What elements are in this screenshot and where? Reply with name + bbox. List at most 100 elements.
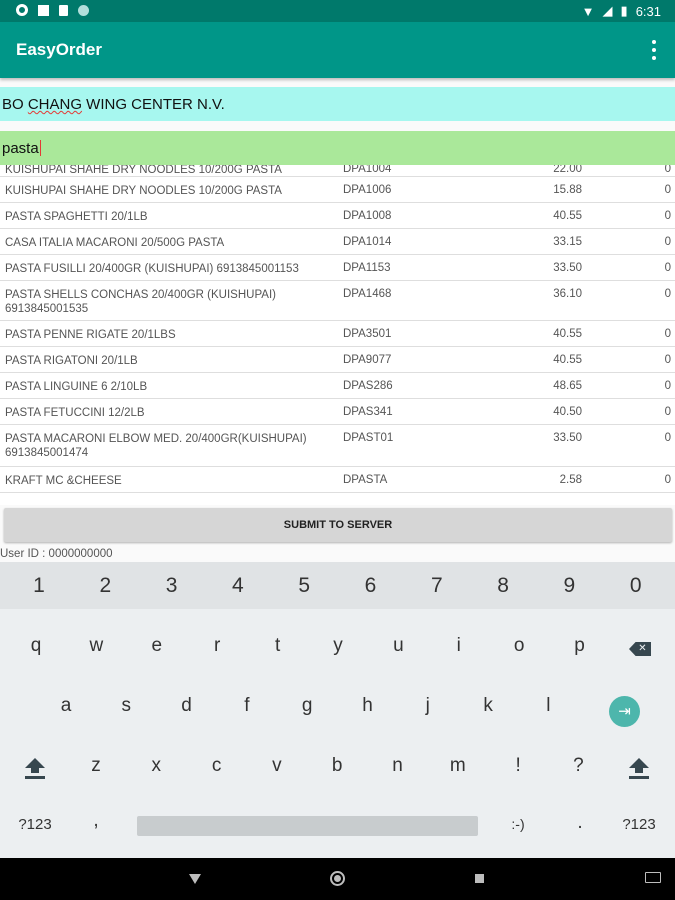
- letter-key-c[interactable]: c: [202, 755, 232, 777]
- product-row[interactable]: PASTA SPAGHETTI 20/1LB DPA1008 40.55 0: [0, 203, 675, 229]
- product-price: 2.58: [559, 474, 582, 486]
- recents-icon[interactable]: [475, 874, 484, 883]
- letter-key-b[interactable]: b: [322, 755, 352, 777]
- letter-key-i[interactable]: i: [444, 635, 474, 657]
- period-key[interactable]: .: [570, 812, 590, 834]
- battery-icon: ▮: [620, 3, 628, 18]
- letter-key-v[interactable]: v: [262, 755, 292, 777]
- letter-key-f[interactable]: f: [232, 695, 262, 717]
- customer-prefix: BO: [2, 96, 28, 113]
- product-name: PASTA SHELLS CONCHAS 20/400GR (KUISHUPAI…: [5, 289, 276, 315]
- letter-key-exclaim[interactable]: !: [503, 755, 533, 777]
- product-code: DPA1014: [343, 236, 392, 248]
- product-name: PASTA MACARONI ELBOW MED. 20/400GR(KUISH…: [5, 433, 307, 459]
- app-title: EasyOrder: [16, 40, 102, 59]
- settings-icon: [16, 4, 28, 16]
- customer-suffix: WING CENTER N.V.: [82, 96, 225, 113]
- letter-key-q[interactable]: q: [21, 635, 51, 657]
- number-key-3[interactable]: 3: [157, 574, 187, 598]
- product-price: 40.55: [553, 210, 582, 222]
- customer-name-field[interactable]: BO CHANG WING CENTER N.V.: [0, 87, 675, 121]
- letter-key-e[interactable]: e: [142, 635, 172, 657]
- product-quantity[interactable]: 0: [665, 354, 671, 366]
- letter-key-z[interactable]: z: [81, 755, 111, 777]
- product-quantity[interactable]: 0: [665, 184, 671, 196]
- product-row[interactable]: KUISHUPAI SHAHE DRY NOODLES 10/200G PAST…: [0, 165, 675, 177]
- letter-key-a[interactable]: a: [51, 695, 81, 717]
- symbols-key-right[interactable]: ?123: [616, 816, 662, 833]
- number-key-9[interactable]: 9: [554, 574, 584, 598]
- product-price: 33.15: [553, 236, 582, 248]
- image-icon: [38, 4, 49, 16]
- product-quantity[interactable]: 0: [665, 236, 671, 248]
- letter-key-j[interactable]: j: [413, 695, 443, 717]
- navigation-bar: [0, 858, 675, 900]
- backspace-icon[interactable]: ✕: [629, 642, 651, 656]
- product-row[interactable]: PASTA LINGUINE 6 2/10LB DPAS286 48.65 0: [0, 373, 675, 399]
- product-quantity[interactable]: 0: [665, 288, 671, 300]
- letter-key-w[interactable]: w: [81, 635, 111, 657]
- shift-left-icon[interactable]: [25, 758, 45, 782]
- product-row[interactable]: PASTA MACARONI ELBOW MED. 20/400GR(KUISH…: [0, 425, 675, 467]
- product-price: 33.50: [553, 432, 582, 444]
- letter-key-o[interactable]: o: [504, 635, 534, 657]
- number-key-5[interactable]: 5: [289, 574, 319, 598]
- number-key-1[interactable]: 1: [24, 574, 54, 598]
- product-quantity[interactable]: 0: [665, 380, 671, 392]
- more-vert-icon[interactable]: [651, 40, 657, 60]
- product-row[interactable]: PASTA FUSILLI 20/400GR (KUISHUPAI) 69138…: [0, 255, 675, 281]
- product-row[interactable]: PASTA FETUCCINI 12/2LB DPAS341 40.50 0: [0, 399, 675, 425]
- letter-key-x[interactable]: x: [141, 755, 171, 777]
- letter-key-k[interactable]: k: [473, 695, 503, 717]
- product-quantity[interactable]: 0: [665, 406, 671, 418]
- product-row[interactable]: KUISHUPAI SHAHE DRY NOODLES 10/200G PAST…: [0, 177, 675, 203]
- letter-key-u[interactable]: u: [383, 635, 413, 657]
- enter-next-icon[interactable]: ⇥: [609, 696, 640, 727]
- product-quantity[interactable]: 0: [665, 165, 671, 175]
- number-key-0[interactable]: 0: [621, 574, 651, 598]
- product-quantity[interactable]: 0: [665, 474, 671, 486]
- keyboard-switch-icon[interactable]: [645, 872, 661, 883]
- comma-key[interactable]: ,: [86, 810, 106, 832]
- product-row[interactable]: PASTA SHELLS CONCHAS 20/400GR (KUISHUPAI…: [0, 281, 675, 321]
- product-quantity[interactable]: 0: [665, 432, 671, 444]
- letter-key-y[interactable]: y: [323, 635, 353, 657]
- number-key-8[interactable]: 8: [488, 574, 518, 598]
- letter-key-l[interactable]: l: [533, 695, 563, 717]
- letter-key-question[interactable]: ?: [563, 755, 593, 777]
- product-quantity[interactable]: 0: [665, 262, 671, 274]
- product-name: PASTA RIGATONI 20/1LB: [5, 355, 138, 367]
- product-row[interactable]: PASTA PENNE RIGATE 20/1LBS DPA3501 40.55 0: [0, 321, 675, 347]
- number-key-7[interactable]: 7: [422, 574, 452, 598]
- product-row[interactable]: KRAFT MC &CHEESE DPASTA 2.58 0: [0, 467, 675, 493]
- back-icon[interactable]: [189, 874, 201, 884]
- product-row[interactable]: CASA ITALIA MACARONI 20/500G PASTA DPA101…: [0, 229, 675, 255]
- number-key-6[interactable]: 6: [356, 574, 386, 598]
- submit-to-server-button[interactable]: SUBMIT TO SERVER: [4, 508, 672, 542]
- number-key-2[interactable]: 2: [90, 574, 120, 598]
- product-code: DPAST01: [343, 432, 394, 444]
- letter-key-s[interactable]: s: [111, 695, 141, 717]
- letter-key-d[interactable]: d: [172, 695, 202, 717]
- shift-right-icon[interactable]: [629, 758, 649, 782]
- product-quantity[interactable]: 0: [665, 210, 671, 222]
- letter-key-h[interactable]: h: [353, 695, 383, 717]
- sd-card-icon: [59, 4, 68, 16]
- letter-key-g[interactable]: g: [292, 695, 322, 717]
- product-list[interactable]: KUISHUPAI SHAHE DRY NOODLES 10/200G PAST…: [0, 165, 675, 505]
- emoji-key[interactable]: :-): [503, 816, 533, 832]
- product-row[interactable]: PASTA RIGATONI 20/1LB DPA9077 40.55 0: [0, 347, 675, 373]
- search-input[interactable]: pasta: [0, 131, 675, 165]
- letter-key-p[interactable]: p: [565, 635, 595, 657]
- letter-key-t[interactable]: t: [263, 635, 293, 657]
- product-quantity[interactable]: 0: [665, 328, 671, 340]
- product-code: DPA1004: [343, 165, 392, 175]
- symbols-key-left[interactable]: ?123: [12, 816, 58, 833]
- number-key-4[interactable]: 4: [223, 574, 253, 598]
- home-icon[interactable]: [330, 871, 345, 886]
- letter-key-r[interactable]: r: [202, 635, 232, 657]
- space-bar[interactable]: [137, 816, 478, 836]
- product-price: 36.10: [553, 288, 582, 300]
- letter-key-m[interactable]: m: [443, 755, 473, 777]
- letter-key-n[interactable]: n: [383, 755, 413, 777]
